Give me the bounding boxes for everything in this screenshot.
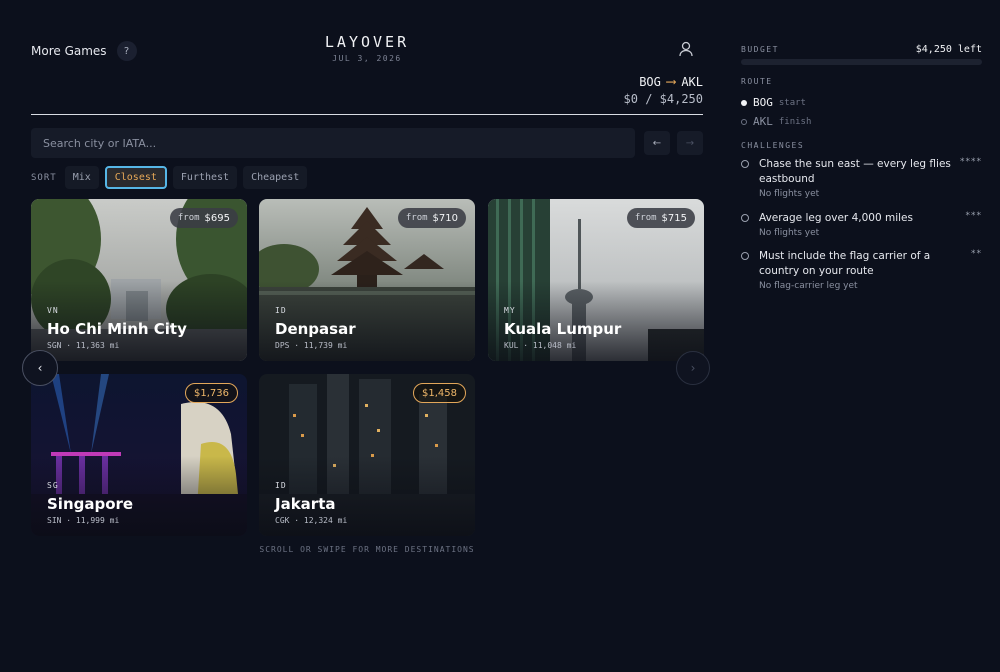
price-badge: $1,458 [413, 383, 466, 403]
more-games-link[interactable]: More Games ? [31, 41, 137, 61]
destination-card[interactable]: from $715 MY Kuala Lumpur KUL · 11,048 m… [488, 199, 704, 361]
price-value: $710 [432, 212, 458, 224]
iata-code: KUL [504, 341, 519, 350]
destination-code: AKL [681, 75, 703, 89]
challenges-label: CHALLENGES [741, 141, 805, 150]
stop-tag: finish [778, 116, 812, 127]
iata-code: CGK [275, 516, 290, 525]
city-meta: KUL · 11,048 mi [504, 341, 577, 350]
sort-closest-button[interactable]: Closest [104, 166, 167, 189]
distance: 11,999 mi [75, 516, 120, 525]
city-meta: SGN · 11,363 mi [47, 341, 120, 350]
city-name: Ho Chi Minh City [47, 320, 187, 338]
challenge-status: No flag-carrier leg yet [759, 281, 858, 291]
challenge-item: Average leg over 4,000 miles No flights … [741, 211, 982, 238]
price-badge: $1,736 [185, 383, 238, 403]
challenge-text: Average leg over 4,000 miles [759, 212, 913, 224]
origin-code: BOG [639, 75, 661, 89]
difficulty-stars: **** [960, 157, 982, 167]
scroll-hint: SCROLL OR SWIPE FOR MORE DESTINATIONS [259, 545, 475, 554]
price-prefix: from [634, 213, 657, 223]
country-code: SG [47, 481, 59, 490]
country-code: MY [504, 306, 516, 315]
city-name: Jakarta [275, 495, 336, 513]
price-value: $695 [204, 212, 230, 224]
distance: 11,739 mi [303, 341, 348, 350]
more-games-label[interactable]: More Games [31, 44, 107, 58]
challenge-status: No flights yet [759, 228, 820, 238]
budget-label: BUDGET [741, 45, 779, 54]
spent-budget: $0 / $4,250 [623, 92, 703, 106]
sort-furthest-button[interactable]: Furthest [172, 166, 238, 189]
country-code: ID [275, 306, 287, 315]
destination-card[interactable]: $1,736 SG Singapore SIN · 11,999 mi [31, 374, 247, 536]
stop-tag: start [778, 97, 806, 108]
city-meta: DPS · 11,739 mi [275, 341, 348, 350]
distance: 12,324 mi [303, 516, 348, 525]
destination-card[interactable]: from $710 ID Denpasar DPS · 11,739 mi [259, 199, 475, 361]
stop-code: BOG [753, 96, 773, 109]
route-summary: BOG ⟶ AKL $0 / $4,250 [624, 74, 703, 106]
budget-remaining: $4,250 left [915, 44, 982, 55]
challenge-status: No flights yet [759, 189, 820, 199]
game-date: JUL 3, 2026 [332, 54, 402, 63]
sort-bar: SORT Mix Closest Furthest Cheapest [31, 166, 308, 189]
user-icon[interactable] [677, 40, 695, 58]
empty-dot-icon [741, 118, 747, 125]
layover-app: More Games ? LAYOVER JUL 3, 2026 BOG ⟶ A… [0, 0, 1000, 672]
price-value: $715 [661, 212, 687, 224]
country-code: ID [275, 481, 287, 490]
route-arrow-icon: ⟶ [666, 74, 676, 90]
stop-code: AKL [753, 115, 773, 128]
destination-card[interactable]: from $695 VN Ho Chi Minh City SGN · 11,3… [31, 199, 247, 361]
price-badge: from $695 [169, 208, 238, 228]
sort-label: SORT [31, 172, 57, 183]
circle-icon [741, 160, 749, 168]
price-badge: from $715 [626, 208, 695, 228]
header-divider [31, 114, 703, 115]
circle-icon [741, 252, 749, 260]
route-label: ROUTE [741, 77, 773, 86]
price-prefix: from [405, 213, 428, 223]
next-page-button[interactable]: → [677, 131, 703, 155]
carousel-right-button[interactable]: › [676, 351, 710, 385]
city-meta: CGK · 12,324 mi [275, 516, 348, 525]
iata-code: DPS [275, 341, 290, 350]
challenge-item: Must include the flag carrier of a count… [741, 249, 982, 291]
carousel-left-button[interactable]: ‹ [22, 350, 58, 386]
difficulty-stars: ** [971, 249, 982, 259]
price-value: $1,458 [422, 387, 457, 399]
app-title: LAYOVER [324, 33, 410, 51]
route-stop-start: BOG start [741, 96, 806, 109]
search-input[interactable] [31, 128, 635, 158]
iata-code: SIN [47, 516, 62, 525]
prev-page-button[interactable]: ← [644, 131, 670, 155]
route-stop-finish: AKL finish [741, 115, 811, 128]
price-prefix: from [177, 213, 200, 223]
price-badge: from $710 [397, 208, 466, 228]
filled-dot-icon [741, 99, 747, 106]
challenge-item: Chase the sun east — every leg flies eas… [741, 157, 982, 199]
country-code: VN [47, 306, 59, 315]
brand: LAYOVER JUL 3, 2026 [300, 33, 434, 63]
destination-card[interactable]: $1,458 ID Jakarta CGK · 12,324 mi [259, 374, 475, 536]
circle-icon [741, 214, 749, 222]
distance: 11,048 mi [532, 341, 577, 350]
challenge-text: Chase the sun east — every leg flies eas… [759, 158, 951, 185]
difficulty-stars: *** [965, 211, 982, 221]
sort-mix-button[interactable]: Mix [64, 166, 99, 189]
sort-cheapest-button[interactable]: Cheapest [243, 166, 308, 189]
city-name: Singapore [47, 495, 134, 513]
city-meta: SIN · 11,999 mi [47, 516, 120, 525]
price-value: $1,736 [194, 387, 229, 399]
help-button[interactable]: ? [116, 41, 137, 61]
challenge-text: Must include the flag carrier of a count… [759, 250, 931, 277]
budget-bar [741, 59, 982, 65]
iata-code: SGN [47, 341, 62, 350]
distance: 11,363 mi [75, 341, 120, 350]
budget-row: BUDGET $4,250 left [741, 44, 982, 55]
city-name: Kuala Lumpur [504, 320, 622, 338]
city-name: Denpasar [275, 320, 356, 338]
